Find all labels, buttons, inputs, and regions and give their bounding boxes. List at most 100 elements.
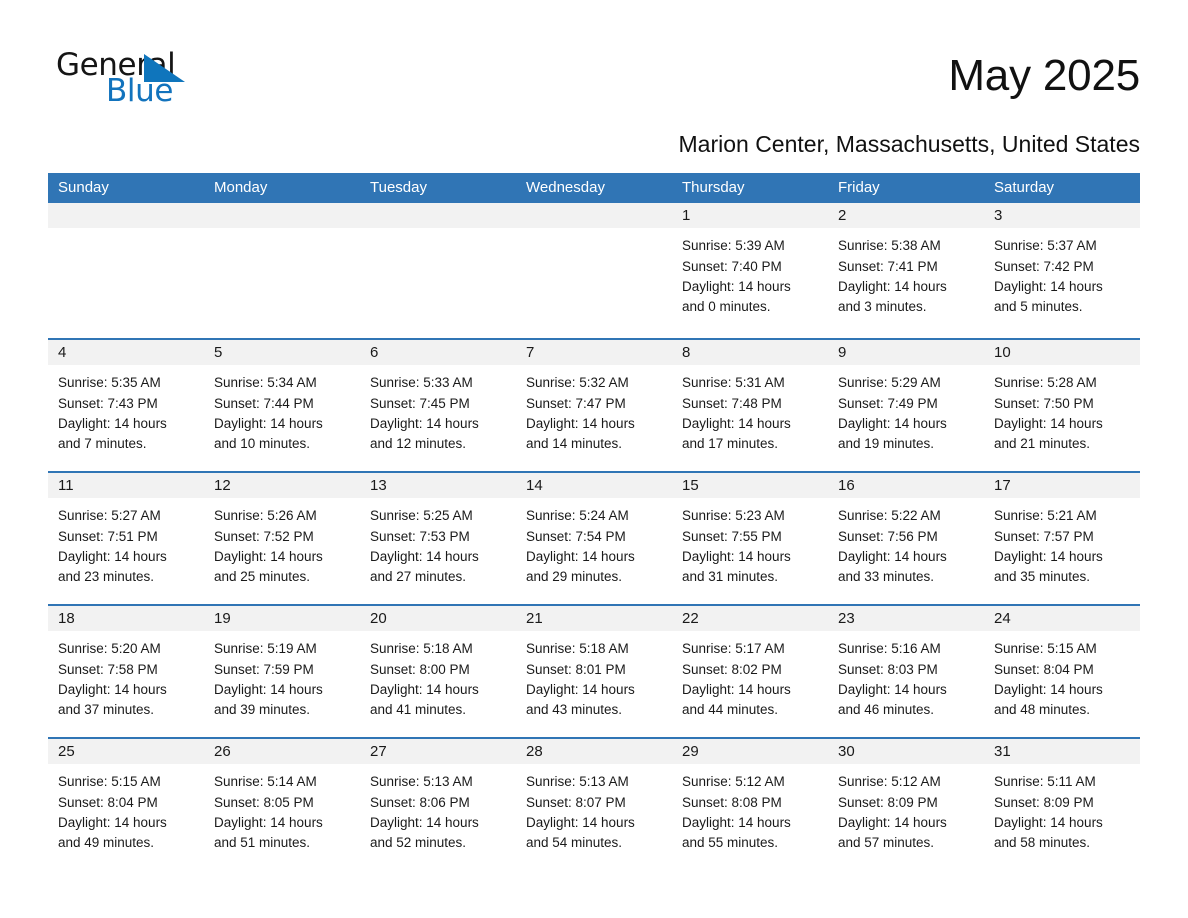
day-number: 12 bbox=[204, 473, 360, 499]
calendar-body: 1 Sunrise: 5:39 AM Sunset: 7:40 PM Daylight… bbox=[48, 203, 1140, 871]
day-cell[interactable]: 13 Sunrise: 5:25 AM Sunset: 7:53 PM Dayligh… bbox=[360, 473, 516, 605]
daylight-line1-text: Daylight: 14 hours bbox=[682, 278, 791, 294]
sunset-text: Sunset: 7:54 PM bbox=[526, 528, 626, 544]
day-number: 31 bbox=[984, 739, 1140, 765]
day-info: Sunrise: 5:33 AM Sunset: 7:45 PM Daylight:… bbox=[360, 365, 516, 454]
day-info: Sunrise: 5:35 AM Sunset: 7:43 PM Daylight:… bbox=[48, 365, 204, 454]
day-info: Sunrise: 5:13 AM Sunset: 8:07 PM Daylight:… bbox=[516, 764, 672, 853]
day-number: 18 bbox=[48, 606, 204, 632]
daylight-line1-text: Daylight: 14 hours bbox=[214, 415, 323, 431]
daylight-line1-text: Daylight: 14 hours bbox=[682, 814, 791, 830]
day-number bbox=[48, 203, 204, 229]
day-cell[interactable]: 24 Sunrise: 5:15 AM Sunset: 8:04 PM Dayligh… bbox=[984, 606, 1140, 738]
sunset-text: Sunset: 7:40 PM bbox=[682, 258, 782, 274]
day-cell[interactable]: 25 Sunrise: 5:15 AM Sunset: 8:04 PM Dayligh… bbox=[48, 739, 204, 871]
day-number: 14 bbox=[516, 473, 672, 499]
day-cell[interactable]: 14 Sunrise: 5:24 AM Sunset: 7:54 PM Dayligh… bbox=[516, 473, 672, 605]
daylight-line2-text: and 29 minutes. bbox=[526, 568, 623, 584]
day-info: Sunrise: 5:31 AM Sunset: 7:48 PM Daylight:… bbox=[672, 365, 828, 454]
weekday-header-thursday: Thursday bbox=[682, 179, 745, 197]
day-cell[interactable]: 8 Sunrise: 5:31 AM Sunset: 7:48 PM Daylight… bbox=[672, 340, 828, 472]
day-number: 17 bbox=[984, 473, 1140, 499]
daylight-line2-text: and 35 minutes. bbox=[994, 568, 1091, 584]
day-cell[interactable]: 5 Sunrise: 5:34 AM Sunset: 7:44 PM Daylight… bbox=[204, 340, 360, 472]
empty-day-cell bbox=[204, 203, 360, 339]
day-cell[interactable]: 29 Sunrise: 5:12 AM Sunset: 8:08 PM Dayligh… bbox=[672, 739, 828, 871]
sunset-text: Sunset: 7:49 PM bbox=[838, 395, 938, 411]
day-number: 23 bbox=[828, 606, 984, 632]
daylight-line2-text: and 3 minutes. bbox=[838, 298, 927, 314]
day-cell[interactable]: 27 Sunrise: 5:13 AM Sunset: 8:06 PM Dayligh… bbox=[360, 739, 516, 871]
sunrise-text: Sunrise: 5:37 AM bbox=[994, 238, 1097, 254]
day-number: 26 bbox=[204, 739, 360, 765]
sunrise-text: Sunrise: 5:28 AM bbox=[994, 375, 1097, 391]
day-cell[interactable]: 16 Sunrise: 5:22 AM Sunset: 7:56 PM Dayligh… bbox=[828, 473, 984, 605]
day-number bbox=[204, 203, 360, 229]
day-info: Sunrise: 5:38 AM Sunset: 7:41 PM Daylight:… bbox=[828, 228, 984, 317]
sunrise-text: Sunrise: 5:34 AM bbox=[214, 375, 317, 391]
day-number: 27 bbox=[360, 739, 516, 765]
general-blue-logo[interactable]: General Blue bbox=[48, 44, 198, 110]
daylight-line1-text: Daylight: 14 hours bbox=[526, 681, 635, 697]
weekday-header-monday: Monday bbox=[214, 179, 268, 197]
day-cell[interactable]: 28 Sunrise: 5:13 AM Sunset: 8:07 PM Dayligh… bbox=[516, 739, 672, 871]
day-cell[interactable]: 30 Sunrise: 5:12 AM Sunset: 8:09 PM Dayligh… bbox=[828, 739, 984, 871]
day-number: 19 bbox=[204, 606, 360, 632]
daylight-line2-text: and 27 minutes. bbox=[370, 568, 467, 584]
sunrise-text: Sunrise: 5:15 AM bbox=[994, 641, 1097, 657]
day-cell[interactable]: 4 Sunrise: 5:35 AM Sunset: 7:43 PM Daylight… bbox=[48, 340, 204, 472]
day-number: 6 bbox=[360, 340, 516, 366]
sunset-text: Sunset: 8:04 PM bbox=[58, 794, 158, 810]
daylight-line1-text: Daylight: 14 hours bbox=[994, 278, 1103, 294]
day-cell[interactable]: 11 Sunrise: 5:27 AM Sunset: 7:51 PM Dayligh… bbox=[48, 473, 204, 605]
daylight-line2-text: and 41 minutes. bbox=[370, 701, 467, 717]
weekday-header-sunday: Sunday bbox=[58, 179, 109, 197]
day-cell[interactable]: 15 Sunrise: 5:23 AM Sunset: 7:55 PM Dayligh… bbox=[672, 473, 828, 605]
daylight-line2-text: and 5 minutes. bbox=[994, 298, 1083, 314]
sunrise-text: Sunrise: 5:17 AM bbox=[682, 641, 785, 657]
day-cell[interactable]: 7 Sunrise: 5:32 AM Sunset: 7:47 PM Daylight… bbox=[516, 340, 672, 472]
day-cell[interactable]: 31 Sunrise: 5:11 AM Sunset: 8:09 PM Dayligh… bbox=[984, 739, 1140, 871]
day-cell[interactable]: 12 Sunrise: 5:26 AM Sunset: 7:52 PM Dayligh… bbox=[204, 473, 360, 605]
day-cell[interactable]: 19 Sunrise: 5:19 AM Sunset: 7:59 PM Dayligh… bbox=[204, 606, 360, 738]
day-info: Sunrise: 5:15 AM Sunset: 8:04 PM Daylight:… bbox=[984, 631, 1140, 720]
day-info: Sunrise: 5:23 AM Sunset: 7:55 PM Daylight:… bbox=[672, 498, 828, 587]
sunset-text: Sunset: 7:45 PM bbox=[370, 395, 470, 411]
day-cell[interactable]: 20 Sunrise: 5:18 AM Sunset: 8:00 PM Dayligh… bbox=[360, 606, 516, 738]
day-cell[interactable]: 23 Sunrise: 5:16 AM Sunset: 8:03 PM Dayligh… bbox=[828, 606, 984, 738]
daylight-line2-text: and 48 minutes. bbox=[994, 701, 1091, 717]
daylight-line1-text: Daylight: 14 hours bbox=[838, 278, 947, 294]
daylight-line2-text: and 19 minutes. bbox=[838, 435, 935, 451]
day-info: Sunrise: 5:13 AM Sunset: 8:06 PM Daylight:… bbox=[360, 764, 516, 853]
day-cell[interactable]: 10 Sunrise: 5:28 AM Sunset: 7:50 PM Dayligh… bbox=[984, 340, 1140, 472]
daylight-line2-text: and 46 minutes. bbox=[838, 701, 935, 717]
day-info: Sunrise: 5:25 AM Sunset: 7:53 PM Daylight:… bbox=[360, 498, 516, 587]
sunset-text: Sunset: 7:43 PM bbox=[58, 395, 158, 411]
calendar-week-row: 4 Sunrise: 5:35 AM Sunset: 7:43 PM Daylight… bbox=[48, 338, 1140, 472]
daylight-line1-text: Daylight: 14 hours bbox=[214, 681, 323, 697]
day-cell[interactable]: 21 Sunrise: 5:18 AM Sunset: 8:01 PM Dayligh… bbox=[516, 606, 672, 738]
sunrise-text: Sunrise: 5:14 AM bbox=[214, 774, 317, 790]
sunset-text: Sunset: 7:47 PM bbox=[526, 395, 626, 411]
day-cell[interactable]: 22 Sunrise: 5:17 AM Sunset: 8:02 PM Dayligh… bbox=[672, 606, 828, 738]
day-number: 16 bbox=[828, 473, 984, 499]
day-cell[interactable]: 17 Sunrise: 5:21 AM Sunset: 7:57 PM Dayligh… bbox=[984, 473, 1140, 605]
day-info: Sunrise: 5:27 AM Sunset: 7:51 PM Daylight:… bbox=[48, 498, 204, 587]
sunrise-text: Sunrise: 5:23 AM bbox=[682, 508, 785, 524]
day-cell[interactable]: 1 Sunrise: 5:39 AM Sunset: 7:40 PM Daylight… bbox=[672, 203, 828, 339]
sunset-text: Sunset: 7:41 PM bbox=[838, 258, 938, 274]
day-cell[interactable]: 26 Sunrise: 5:14 AM Sunset: 8:05 PM Dayligh… bbox=[204, 739, 360, 871]
sunrise-text: Sunrise: 5:24 AM bbox=[526, 508, 629, 524]
sunrise-text: Sunrise: 5:32 AM bbox=[526, 375, 629, 391]
sunset-text: Sunset: 7:48 PM bbox=[682, 395, 782, 411]
sunset-text: Sunset: 7:52 PM bbox=[214, 528, 314, 544]
calendar-week-row: 1 Sunrise: 5:39 AM Sunset: 7:40 PM Daylight… bbox=[48, 203, 1140, 339]
day-cell[interactable]: 18 Sunrise: 5:20 AM Sunset: 7:58 PM Dayligh… bbox=[48, 606, 204, 738]
sunset-text: Sunset: 8:07 PM bbox=[526, 794, 626, 810]
day-number: 7 bbox=[516, 340, 672, 366]
day-cell[interactable]: 9 Sunrise: 5:29 AM Sunset: 7:49 PM Daylight… bbox=[828, 340, 984, 472]
day-cell[interactable]: 2 Sunrise: 5:38 AM Sunset: 7:41 PM Daylight… bbox=[828, 203, 984, 339]
day-number: 4 bbox=[48, 340, 204, 366]
day-cell[interactable]: 3 Sunrise: 5:37 AM Sunset: 7:42 PM Daylight… bbox=[984, 203, 1140, 339]
day-cell[interactable]: 6 Sunrise: 5:33 AM Sunset: 7:45 PM Daylight… bbox=[360, 340, 516, 472]
